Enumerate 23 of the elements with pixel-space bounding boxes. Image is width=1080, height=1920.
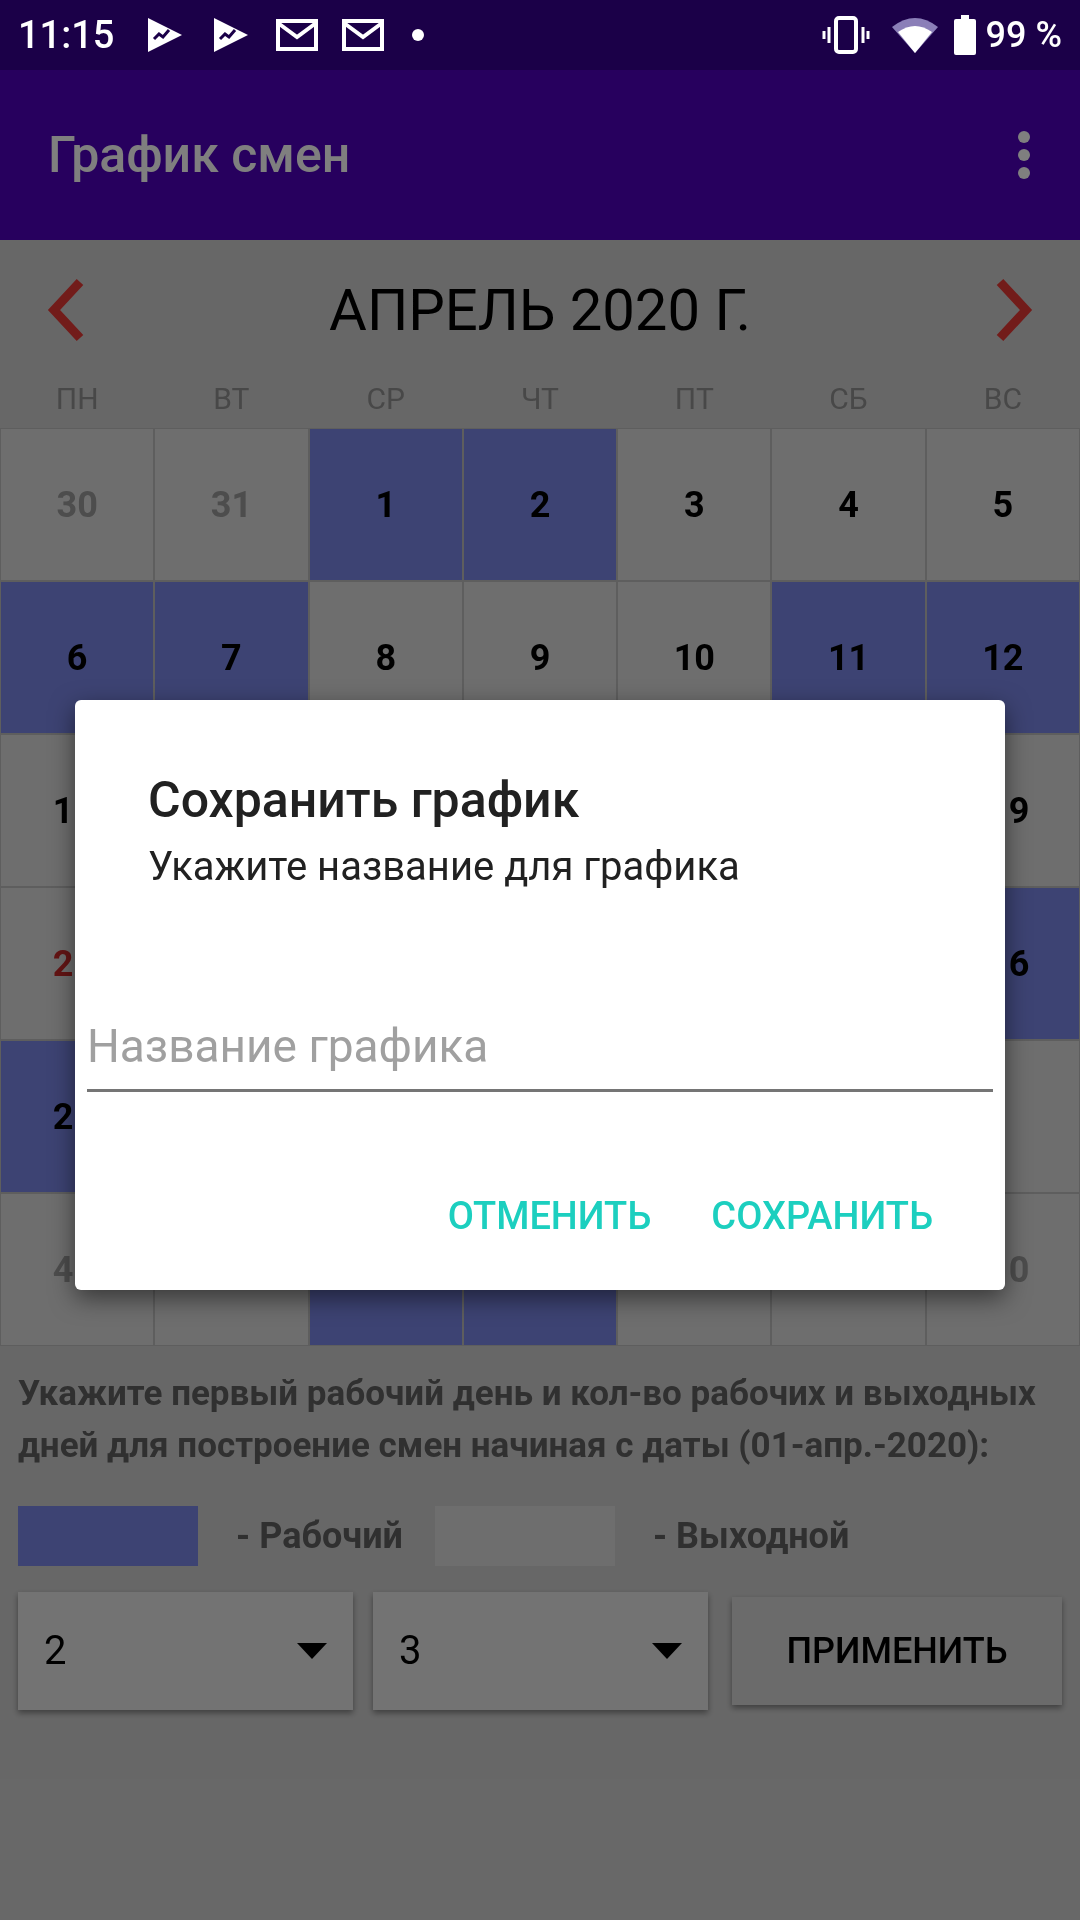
- day-number: 2: [52, 941, 74, 987]
- dialog-title: Сохранить график: [148, 770, 581, 830]
- app-title: График смен: [48, 124, 351, 186]
- day-number: 8: [375, 635, 397, 681]
- day-number: 2: [529, 482, 551, 528]
- day-number: 9: [529, 635, 551, 681]
- day-number: 4: [838, 482, 859, 528]
- day-number: 7: [221, 635, 242, 681]
- battery-percent: 99 %: [985, 13, 1062, 58]
- day-number: 1: [52, 788, 74, 834]
- day-number: 2: [52, 1094, 74, 1140]
- day-number: 6: [66, 635, 88, 681]
- day-number: 11: [827, 635, 870, 681]
- month-title: АПРЕЛЬ 2020 Г.: [329, 274, 751, 346]
- day-number: 1: [375, 482, 397, 528]
- day-number: 12: [982, 635, 1024, 681]
- day-number: 3: [683, 482, 705, 528]
- day-number: 6: [1008, 941, 1030, 987]
- day-number: 9: [1008, 788, 1030, 834]
- day-number: 10: [673, 635, 715, 681]
- day-number: 5: [992, 482, 1014, 528]
- dialog-message: Укажите название для графика: [148, 842, 741, 892]
- clock: 11:15: [18, 11, 115, 59]
